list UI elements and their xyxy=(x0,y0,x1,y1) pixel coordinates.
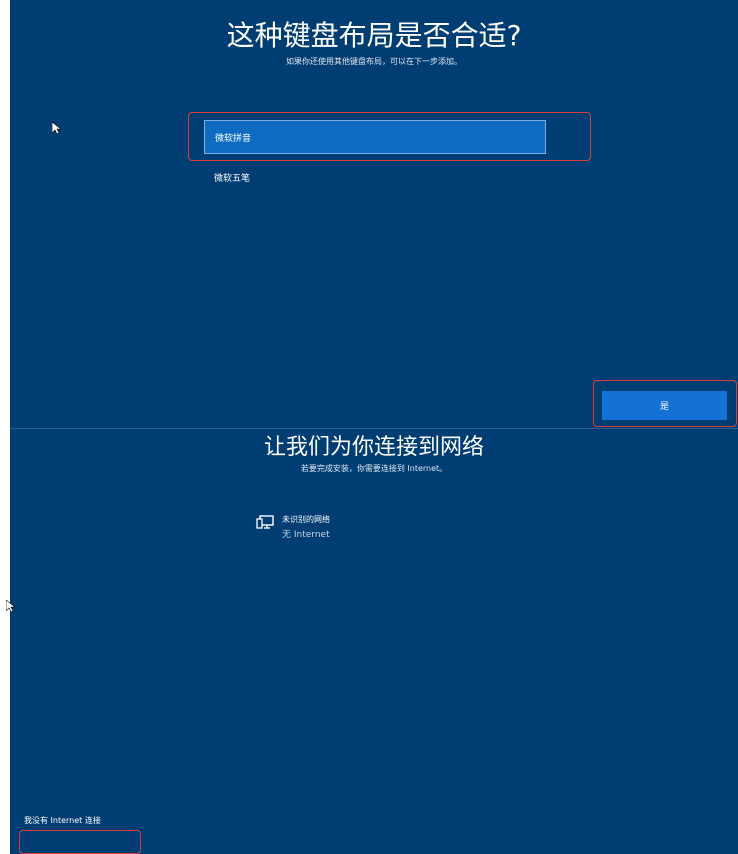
keyboard-page-title: 这种键盘布局是否合适? xyxy=(226,19,522,52)
network-computer-icon xyxy=(256,515,274,529)
network-page-title: 让我们为你连接到网络 xyxy=(263,435,484,460)
network-page-subtitle: 若要完成安装，你需要连接到 Internet。 xyxy=(300,464,448,473)
mouse-cursor-icon xyxy=(6,600,15,613)
network-name: 未识别的网络 xyxy=(282,515,330,524)
keyboard-option-label: 微软五笔 xyxy=(214,173,251,184)
keyboard-option-weiruan-wubi[interactable]: 微软五笔 xyxy=(204,160,546,194)
network-list-item[interactable]: 未识别的网络 无 Internet xyxy=(256,514,330,540)
keyboard-option-weiruan-pinyin[interactable]: 微软拼音 xyxy=(204,120,546,154)
keyboard-option-label: 微软拼音 xyxy=(215,133,252,144)
yes-button[interactable]: 是 xyxy=(602,391,727,420)
keyboard-page-subtitle: 如果你还使用其他键盘布局，可以在下一步添加。 xyxy=(286,57,462,66)
network-connect-screen: 让我们为你连接到网络 若要完成安装，你需要连接到 Internet。 未识别的网… xyxy=(10,429,738,854)
yes-button-label: 是 xyxy=(659,402,669,412)
keyboard-layout-screen: 这种键盘布局是否合适? 如果你还使用其他键盘布局，可以在下一步添加。 微软拼音 … xyxy=(10,0,738,429)
mouse-cursor-icon xyxy=(52,122,61,135)
network-status: 无 Internet xyxy=(282,530,330,540)
no-internet-connection-link[interactable]: 我没有 Internet 连接 xyxy=(24,815,101,826)
